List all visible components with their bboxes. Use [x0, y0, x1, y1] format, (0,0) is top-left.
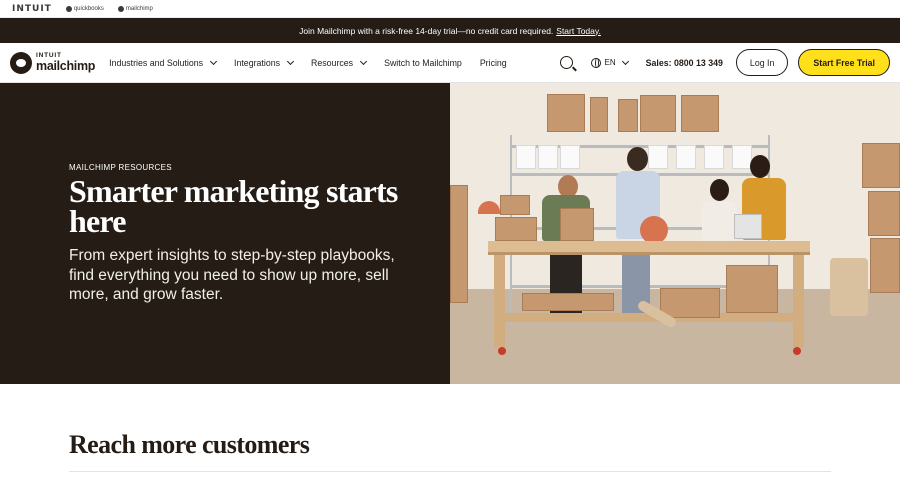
cardboard-box — [870, 238, 900, 293]
nav-switch-to-mailchimp[interactable]: Switch to Mailchimp — [384, 58, 462, 68]
start-today-link[interactable]: Start Today. — [556, 26, 601, 36]
person-body — [702, 201, 737, 241]
sales-phone[interactable]: Sales: 0800 13 349 — [646, 58, 723, 68]
nav-item-label: Resources — [311, 57, 354, 68]
main-nav: INTUIT mailchimp Industries and Solution… — [0, 43, 900, 83]
orange-ball — [640, 216, 668, 244]
storage-box — [538, 145, 558, 169]
cardboard-box — [500, 195, 530, 215]
cardboard-box — [868, 191, 900, 236]
mailchimp-brand-label: mailchimp — [125, 5, 153, 12]
mailchimp-logo[interactable]: INTUIT mailchimp — [10, 51, 96, 74]
storage-box — [516, 145, 536, 169]
laptop — [734, 214, 762, 239]
storage-box — [704, 145, 724, 169]
nav-integrations[interactable]: Integrations — [234, 57, 295, 68]
chevron-down-icon — [621, 57, 629, 65]
brand-strip: INTUIT quickbooks mailchimp — [0, 0, 900, 18]
mailchimp-brand-link[interactable]: mailchimp — [117, 5, 153, 12]
section-divider — [69, 471, 831, 472]
language-selector[interactable]: EN — [590, 57, 629, 68]
search-icon[interactable] — [559, 56, 573, 69]
freddie-logo-icon — [10, 51, 32, 74]
hero-subtitle: From expert insights to step-by-step pla… — [69, 247, 395, 303]
login-button[interactable]: Log In — [735, 49, 789, 76]
nav-item-label: Switch to Mailchimp — [384, 57, 462, 68]
cardboard-box — [495, 217, 537, 241]
cardboard-box — [681, 95, 719, 132]
person-head — [750, 155, 770, 178]
cardboard-box — [547, 94, 585, 132]
nav-item-label: Pricing — [479, 57, 507, 68]
cardboard-box — [450, 185, 468, 303]
person-head — [627, 147, 648, 171]
start-free-trial-button[interactable]: Start Free Trial — [798, 49, 890, 76]
reach-customers-section: Reach more customers — [0, 384, 900, 472]
storage-box — [560, 145, 580, 169]
cardboard-box — [560, 208, 594, 241]
hero: MAILCHIMP RESOURCES Smarter marketing st… — [0, 83, 900, 384]
section-title: Reach more customers — [69, 430, 310, 459]
promo-bar: Join Mailchimp with a risk-free 14-day t… — [0, 18, 900, 43]
hero-image — [450, 83, 900, 384]
storage-box — [648, 145, 668, 169]
promo-text: Join Mailchimp with a risk-free 14-day t… — [299, 25, 554, 36]
intuit-logo[interactable]: INTUIT — [12, 4, 52, 14]
chevron-down-icon — [209, 57, 218, 65]
nav-resources[interactable]: Resources — [311, 57, 368, 68]
nav-item-label: Industries and Solutions — [109, 57, 204, 68]
storage-box — [676, 145, 696, 169]
quickbooks-label: quickbooks — [73, 5, 104, 12]
table-wheel — [793, 347, 801, 355]
logo-mailchimp-text: mailchimp — [36, 58, 96, 73]
chevron-down-icon — [286, 57, 295, 65]
wooden-table — [488, 241, 810, 255]
cardboard-box — [726, 265, 778, 313]
cardboard-box — [640, 95, 676, 132]
mailchimp-small-icon — [117, 5, 124, 12]
cardboard-box — [862, 143, 900, 188]
nav-item-label: Integrations — [234, 57, 281, 68]
storage-box — [732, 145, 752, 169]
nav-industries-and-solutions[interactable]: Industries and Solutions — [109, 57, 218, 68]
hero-text-panel: MAILCHIMP RESOURCES Smarter marketing st… — [0, 83, 450, 384]
cardboard-box — [618, 99, 638, 132]
nav-pricing[interactable]: Pricing — [480, 58, 507, 68]
table-leg — [494, 255, 505, 347]
chevron-down-icon — [360, 57, 368, 65]
language-label: EN — [604, 58, 616, 67]
logo-wordmark: INTUIT mailchimp — [36, 52, 96, 73]
flattened-boxes — [522, 293, 614, 311]
hero-title: Smarter marketing starts here — [69, 173, 398, 239]
globe-icon — [590, 57, 601, 68]
paper-roll — [830, 258, 868, 316]
quickbooks-link[interactable]: quickbooks — [65, 5, 104, 12]
quickbooks-icon — [65, 5, 72, 12]
person-head — [710, 179, 729, 201]
table-leg — [793, 255, 804, 347]
table-wheel — [498, 347, 506, 355]
cardboard-box — [590, 97, 608, 132]
hero-eyebrow: MAILCHIMP RESOURCES — [69, 163, 172, 172]
cardboard-box — [660, 288, 720, 318]
